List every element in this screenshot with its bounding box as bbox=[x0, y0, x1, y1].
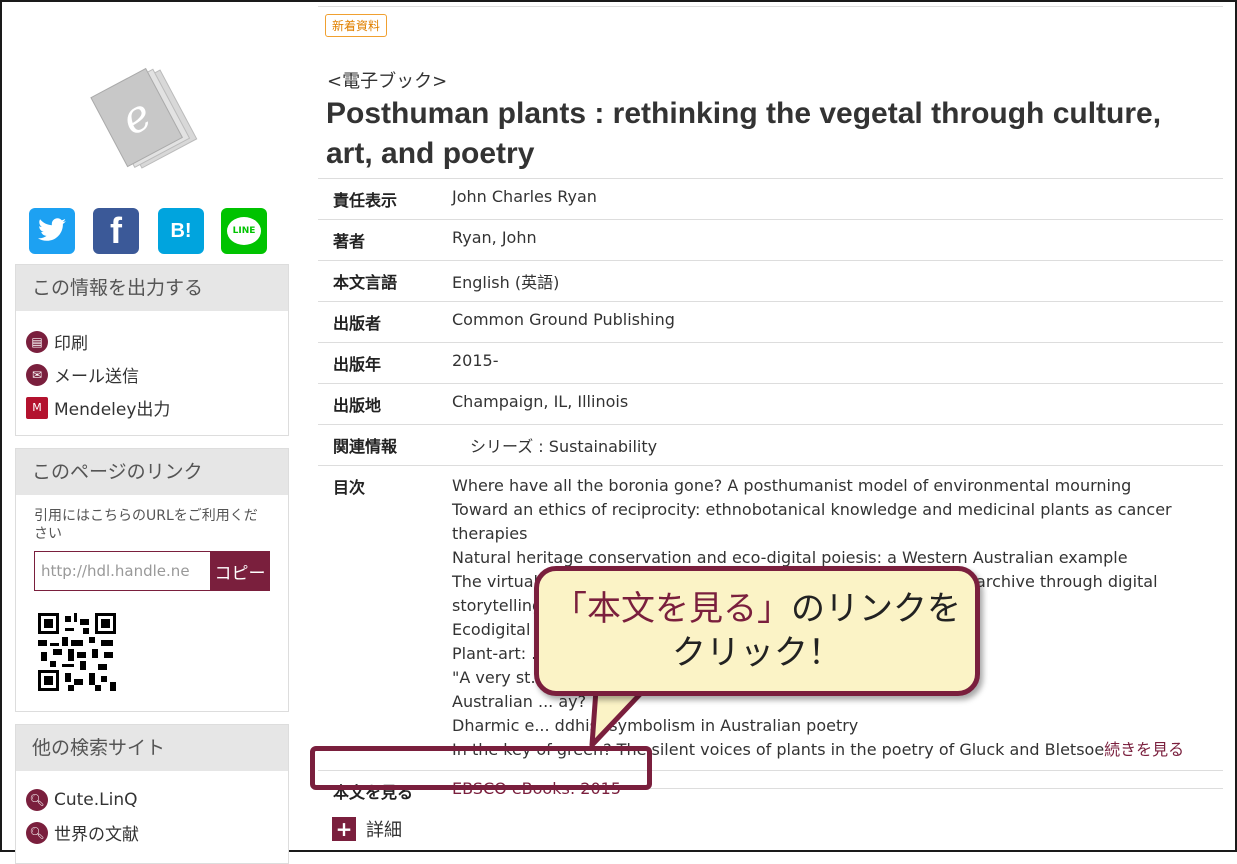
field-key: 関連情報 bbox=[318, 424, 436, 466]
permalink-input[interactable] bbox=[34, 551, 210, 591]
page-title: Posthuman plants : rethinking the vegeta… bbox=[326, 97, 1162, 170]
callout-emphasis: 「本文を見る」 bbox=[553, 589, 791, 629]
show-more-link[interactable]: 続きを見る bbox=[1104, 740, 1184, 759]
print-icon: ▤ bbox=[26, 330, 48, 353]
plus-icon: + bbox=[332, 817, 356, 841]
cute-linq-link[interactable]: 🔍︎ Cute.LinQ bbox=[26, 783, 278, 816]
page-link-panel: このページのリンク 引用にはこちらのURLをご利用ください コピー bbox=[15, 448, 289, 712]
field-key: 出版者 bbox=[318, 301, 436, 343]
citation-note: 引用にはこちらのURLをご利用ください bbox=[34, 508, 258, 542]
table-row: 著者 Ryan, John bbox=[318, 219, 1223, 261]
field-value: Ryan, John bbox=[436, 219, 1223, 261]
fulltext-highlight-box bbox=[310, 746, 652, 790]
field-key: 責任表示 bbox=[318, 178, 436, 220]
series-value[interactable]: Sustainability bbox=[549, 437, 657, 456]
ebook-icon: e bbox=[90, 67, 198, 169]
print-label: 印刷 bbox=[54, 334, 88, 354]
series-label: シリーズ bbox=[470, 437, 534, 456]
other-search-panel: 他の検索サイト 🔍︎ Cute.LinQ 🔍︎ 世界の文献 bbox=[15, 724, 289, 864]
world-literature-label: 世界の文献 bbox=[54, 825, 139, 845]
field-key: 出版年 bbox=[318, 342, 436, 384]
search-icon: 🔍︎ bbox=[26, 788, 48, 811]
field-value: シリーズ : Sustainability bbox=[436, 424, 1223, 466]
table-row: 本文言語 English (英語) bbox=[318, 260, 1223, 302]
mail-label: メール送信 bbox=[54, 367, 139, 387]
mendeley-label: Mendeley出力 bbox=[54, 400, 171, 420]
table-row: 出版地 Champaign, IL, Illinois bbox=[318, 383, 1223, 425]
line-icon[interactable]: LINE bbox=[221, 208, 267, 254]
hatena-bookmark-icon[interactable]: B! bbox=[158, 208, 204, 254]
callout-tail bbox=[589, 690, 647, 748]
field-value: English (英語) bbox=[436, 260, 1223, 302]
field-key: 著者 bbox=[318, 219, 436, 261]
field-value: John Charles Ryan bbox=[436, 178, 1223, 220]
print-link[interactable]: ▤ 印刷 bbox=[26, 325, 278, 358]
mail-link[interactable]: ✉ メール送信 bbox=[26, 358, 278, 391]
twitter-icon[interactable] bbox=[29, 208, 75, 254]
search-icon: 🔍︎ bbox=[26, 821, 48, 844]
details-toggle[interactable]: + 詳細 bbox=[332, 816, 402, 842]
callout-line1-rest: のリンクを bbox=[791, 589, 961, 629]
world-literature-link[interactable]: 🔍︎ 世界の文献 bbox=[26, 816, 278, 849]
export-panel: この情報を出力する ▤ 印刷 ✉ メール送信 M Mendeley出力 bbox=[15, 264, 289, 436]
new-arrival-badge: 新着資料 bbox=[325, 14, 388, 37]
field-key: 本文言語 bbox=[318, 260, 436, 302]
material-type-label: <電子ブック> bbox=[327, 71, 448, 92]
top-divider bbox=[318, 6, 1223, 7]
field-key: 出版地 bbox=[318, 383, 436, 425]
copy-button[interactable]: コピー bbox=[210, 551, 270, 591]
other-search-panel-title: 他の検索サイト bbox=[16, 725, 288, 771]
field-value: 2015- bbox=[436, 342, 1223, 384]
toc-line: Dharmic e... ddhist symbolism in Austral… bbox=[452, 716, 859, 735]
page-link-panel-title: このページのリンク bbox=[16, 449, 288, 495]
details-label: 詳細 bbox=[366, 820, 402, 841]
field-key: 目次 bbox=[318, 465, 436, 771]
callout-line2: クリック！ bbox=[672, 633, 842, 673]
export-panel-title: この情報を出力する bbox=[16, 265, 288, 311]
instruction-callout: 「本文を見る」のリンクを クリック！ bbox=[534, 566, 980, 696]
mendeley-icon: M bbox=[26, 396, 48, 419]
toc-line: Where have all the boronia gone? A posth… bbox=[452, 476, 1132, 495]
table-row: 関連情報 シリーズ : Sustainability bbox=[318, 424, 1223, 466]
mail-icon: ✉ bbox=[26, 363, 48, 386]
facebook-icon[interactable]: f bbox=[93, 208, 139, 254]
field-value: Champaign, IL, Illinois bbox=[436, 383, 1223, 425]
field-value: Common Ground Publishing bbox=[436, 301, 1223, 343]
cute-linq-label: Cute.LinQ bbox=[54, 789, 138, 810]
bibliographic-table: 責任表示 John Charles Ryan 著者 Ryan, John 本文言… bbox=[318, 178, 1223, 811]
toc-line: Toward an ethics of reciprocity: ethnobo… bbox=[452, 500, 1172, 543]
qr-code bbox=[38, 613, 116, 691]
table-row: 出版年 2015- bbox=[318, 342, 1223, 384]
table-row: 責任表示 John Charles Ryan bbox=[318, 178, 1223, 220]
mendeley-link[interactable]: M Mendeley出力 bbox=[26, 391, 278, 424]
table-row: 出版者 Common Ground Publishing bbox=[318, 301, 1223, 343]
